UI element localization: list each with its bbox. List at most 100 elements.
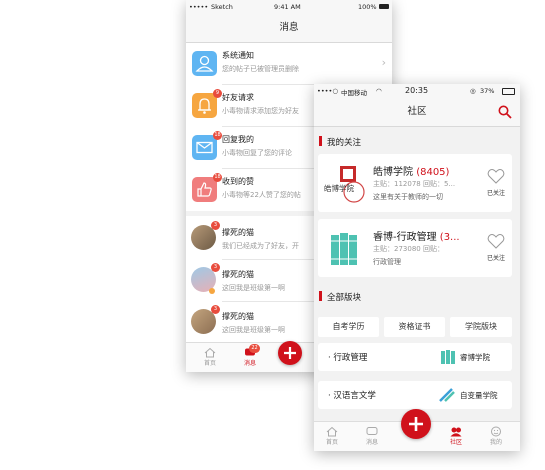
board-title: 皓博学院 [373, 167, 413, 178]
board-stats: 主贴：112078 回贴：5... [373, 180, 456, 188]
followed-board-card[interactable]: 皓博学院 皓博学院 (8405) 主贴：112078 回贴：5... 这里有关于… [318, 154, 512, 212]
clock: 20:35 [405, 86, 429, 95]
battery-icon [502, 88, 515, 95]
signal-icon: ••••○ [317, 87, 339, 95]
item-subtitle: 小毒物等22人赞了您的帖 [222, 191, 301, 199]
books-icon [331, 233, 357, 265]
heart-icon [487, 169, 505, 184]
battery-level: 100% [358, 3, 377, 11]
status-dot [209, 288, 215, 294]
brand-logo-icon [439, 388, 455, 402]
tab-label: 消息 [243, 360, 256, 367]
badge: 18 [213, 173, 222, 182]
board-logo [329, 231, 365, 271]
board-desc: 这里有关于教师的一切 [373, 193, 443, 201]
page-title: 社区 [314, 98, 520, 127]
item-subtitle: 您的帖子已被管理员删除 [222, 65, 299, 73]
item-subtitle: 小毒物请求添加您为好友 [222, 107, 299, 115]
carrier-label: 中国移动 [341, 89, 367, 97]
board-logo: 皓博学院 [324, 164, 372, 204]
lock-icon: ◎ [470, 87, 476, 95]
category-button[interactable]: 自考学历 [318, 317, 379, 337]
category-button[interactable]: 资格证书 [384, 317, 445, 337]
board-name: · 行政管理 [328, 353, 368, 363]
home-icon [326, 426, 338, 437]
thumbs-up-icon [192, 177, 217, 202]
carrier-label: Sketch [211, 3, 233, 11]
status-bar: ••••• Sketch 9:41 AM 100% [186, 0, 392, 14]
signal-icon: ••••• [189, 3, 209, 11]
chat-message: 我们已经成为了好友，开 [222, 242, 299, 250]
compose-button[interactable] [401, 409, 431, 439]
tab-label: 消息 [365, 439, 378, 446]
plus-icon [409, 417, 423, 431]
community-icon [450, 427, 462, 437]
board-desc: 行政管理 [373, 258, 401, 266]
board-brand: 自变量学院 [460, 391, 498, 400]
badge: 3 [211, 305, 220, 314]
search-icon[interactable] [498, 105, 512, 119]
badge: 3 [211, 263, 220, 272]
section-marker [319, 136, 322, 146]
board-row[interactable]: · 行政管理 睿博学院 [318, 343, 512, 371]
battery-icon [379, 4, 389, 9]
clock: 9:41 AM [274, 3, 301, 11]
follow-label: 已关注 [486, 190, 505, 197]
mail-icon [192, 135, 217, 160]
chat-name: 撑死的猫 [222, 270, 254, 279]
section-title: 全部版块 [327, 293, 362, 303]
chevron-right-icon: › [381, 56, 386, 69]
item-subtitle: 小毒物回复了您的评论 [222, 149, 292, 157]
community-screen: ••••○ 中国移动 ◠ 20:35 ◎ 37% 社区 我的关注 皓博学院 皓博… [314, 84, 520, 451]
tab-mine[interactable]: 我的 [478, 426, 514, 446]
chat-message: 这回我是班级第一啊 [222, 284, 285, 292]
board-row[interactable]: · 汉语言文学 自变量学院 [318, 381, 512, 409]
list-item[interactable]: 系统通知 您的帖子已被管理员删除 › [186, 43, 392, 84]
item-title: 系统通知 [222, 51, 254, 60]
tab-label: 首页 [203, 360, 216, 367]
wifi-icon: ◠ [376, 87, 382, 95]
plus-icon [284, 347, 296, 359]
follow-toggle[interactable]: 已关注 [484, 168, 508, 197]
tab-home[interactable]: 首页 [314, 426, 350, 446]
board-count: (8405) [416, 167, 450, 178]
badge: 18 [213, 131, 222, 140]
section-title: 我的关注 [327, 138, 362, 148]
badge: 9 [213, 89, 222, 98]
battery-level: 37% [480, 87, 495, 95]
tab-bar: 首页 消息 社区 我的 [314, 409, 520, 451]
page-title: 消息 [186, 14, 392, 43]
item-title: 回复我的 [222, 135, 254, 144]
tab-community[interactable]: 社区 [438, 426, 474, 446]
books-icon [441, 350, 455, 364]
category-button[interactable]: 学院版块 [450, 317, 512, 337]
compose-button[interactable] [278, 341, 302, 365]
board-brand: 睿博学院 [460, 353, 490, 362]
followed-board-card[interactable]: 睿博-行政管理 (3... 主贴：273080 回贴： 行政管理 已关注 [318, 219, 512, 277]
tab-messages[interactable]: 消息 [354, 426, 390, 446]
logo-text: 皓博学院 [324, 184, 354, 193]
chat-bubble-icon [366, 427, 378, 435]
badge: 3 [211, 221, 220, 230]
board-title: 睿博-行政管理 [373, 232, 437, 243]
chat-name: 撑死的猫 [222, 312, 254, 321]
tab-home[interactable]: 首页 [192, 347, 228, 367]
user-icon [192, 51, 217, 76]
section-marker [319, 291, 322, 301]
board-name: 皓博学院 (8405) [373, 163, 449, 178]
item-title: 收到的赞 [222, 177, 254, 186]
heart-icon [487, 234, 505, 249]
bell-icon [192, 93, 217, 118]
profile-icon [491, 426, 501, 437]
item-title: 好友请求 [222, 93, 254, 102]
board-stats: 主贴：273080 回贴： [373, 245, 444, 253]
tab-label: 社区 [449, 439, 462, 446]
status-bar: ••••○ 中国移动 ◠ 20:35 ◎ 37% [314, 84, 520, 98]
tab-label: 我的 [489, 439, 502, 446]
chat-message: 这回我是班级第一啊 [222, 326, 285, 334]
follow-toggle[interactable]: 已关注 [484, 233, 508, 262]
home-icon [204, 347, 216, 358]
tab-label: 首页 [325, 439, 338, 446]
board-count: (3... [439, 232, 460, 243]
board-name: 睿博-行政管理 (3... [373, 228, 460, 243]
